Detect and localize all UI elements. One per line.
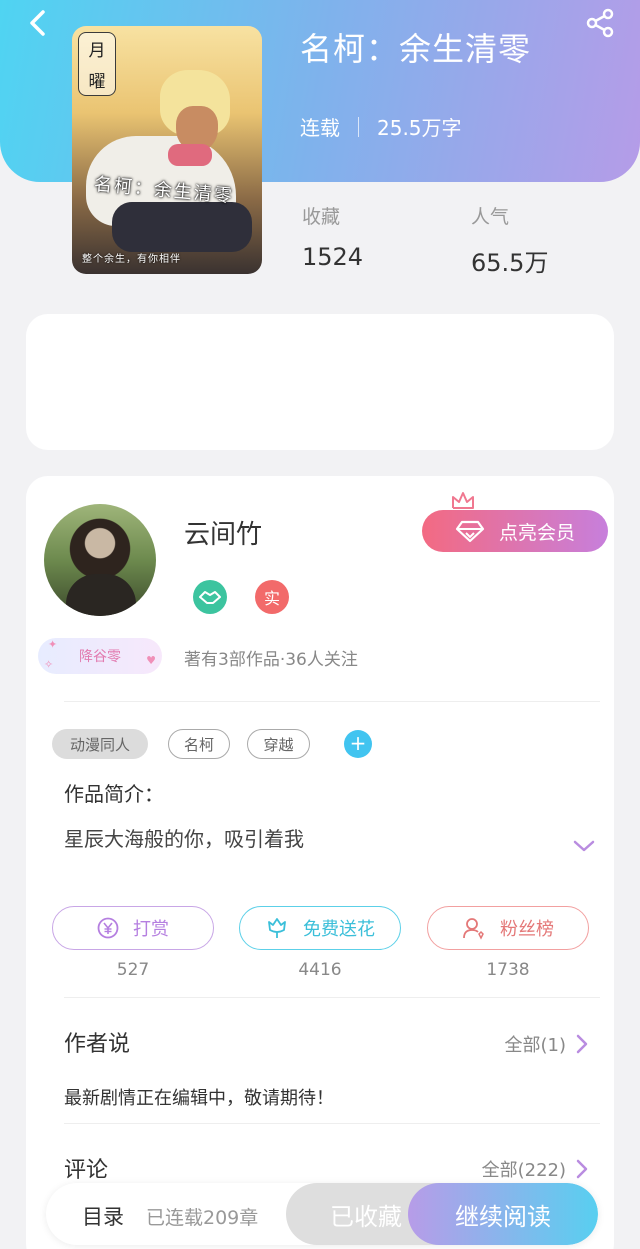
cover-subtitle: 整个余生，有你相伴 <box>82 254 181 265</box>
book-status: 连载 <box>300 116 340 140</box>
divider <box>64 701 600 702</box>
vip-button-label: 点亮会员 <box>498 521 575 544</box>
author-name[interactable]: 云间竹 <box>184 514 262 551</box>
stat-popularity-value: 65.5万 <box>471 249 549 277</box>
stat-favorites-value: 1524 <box>302 243 364 271</box>
fans-count: 1738 <box>486 960 530 980</box>
intro-text: 星辰大海般的你，吸引着我 <box>64 827 304 851</box>
comments-more[interactable]: 全部(222) <box>482 1156 588 1182</box>
intro-title: 作品简介： <box>64 782 164 806</box>
crown-icon <box>452 492 474 509</box>
stat-popularity: 人气 65.5万 <box>471 202 548 278</box>
comments-title: 评论 <box>64 1158 109 1183</box>
divider <box>64 1123 600 1124</box>
author-says-more-label: 全部(1) <box>504 1035 567 1056</box>
share-button[interactable] <box>584 8 616 38</box>
fans-ranking-button-label: 粉丝榜 <box>500 919 554 940</box>
bottom-action-bar: 目录 已连载209章 已收藏 继续阅读 <box>46 1183 598 1245</box>
sparkle-icon: ✧ <box>44 658 54 671</box>
catalog-button[interactable]: 目录 <box>82 1201 124 1231</box>
stat-favorites-label: 收藏 <box>302 206 341 228</box>
stat-popularity-label: 人气 <box>471 206 510 228</box>
chevron-right-icon <box>576 1034 588 1054</box>
vip-button[interactable]: 点亮会员 <box>422 510 608 552</box>
stat-favorites: 收藏 1524 <box>302 202 363 271</box>
book-title: 名柯：余生清零 <box>300 30 532 68</box>
author-stats: 著有3部作品·36人关注 <box>184 650 358 670</box>
author-avatar[interactable] <box>44 504 156 616</box>
tag-item[interactable]: 穿越 <box>247 729 310 759</box>
author-note-text: 最新剧情正在编辑中，敬请期待！ <box>64 1088 334 1109</box>
handshake-icon <box>193 580 227 614</box>
tag-item[interactable]: 名柯 <box>168 729 230 759</box>
comments-more-label: 全部(222) <box>481 1160 566 1181</box>
sparkle-icon: ✦ <box>48 638 58 651</box>
continue-reading-button[interactable]: 继续阅读 <box>408 1183 598 1245</box>
cover-figure-scarf <box>168 144 212 166</box>
cover-badge: 月 曜 <box>78 32 116 96</box>
reward-button[interactable]: 打赏 <box>52 906 214 950</box>
tag-item[interactable]: 动漫同人 <box>52 729 148 759</box>
cover-figure-legs <box>112 202 252 252</box>
fan-tag-label: 降谷零 <box>79 649 121 665</box>
reward-button-label: 打赏 <box>133 919 169 940</box>
avatar-shoulders <box>66 574 136 616</box>
fans-icon <box>462 916 486 940</box>
send-flower-button[interactable]: 免费送花 <box>239 906 401 950</box>
cover-badge-bottom: 曜 <box>88 72 106 92</box>
flower-icon <box>265 916 289 940</box>
chevron-right-icon <box>576 1159 588 1179</box>
diamond-icon <box>455 520 485 543</box>
divider <box>64 997 600 998</box>
book-word-count: 25.5万字 <box>377 116 462 140</box>
cover-badge-top: 月 <box>88 41 106 61</box>
blank-card <box>26 314 614 450</box>
add-tag-button[interactable]: + <box>344 730 372 758</box>
back-button[interactable] <box>22 6 52 40</box>
heart-icon: ♥ <box>146 654 156 667</box>
book-meta: 连载 25.5万字 <box>300 112 462 141</box>
real-name-badge: 实 <box>255 580 289 614</box>
book-cover[interactable]: 月 曜 名柯：余生清零 整个余生，有你相伴 <box>72 26 262 274</box>
chevron-down-icon[interactable] <box>572 838 596 854</box>
flower-count: 4416 <box>298 960 342 980</box>
chapter-count: 已连载209章 <box>146 1207 259 1229</box>
author-says-title: 作者说 <box>64 1032 131 1057</box>
reward-count: 527 <box>116 960 150 980</box>
fan-tag[interactable]: ✦ ✧ ♥ 降谷零 <box>38 638 162 674</box>
meta-divider <box>358 116 359 137</box>
yen-icon <box>97 917 119 939</box>
chevron-left-icon <box>30 10 45 36</box>
share-icon <box>586 8 614 38</box>
fans-ranking-button[interactable]: 粉丝榜 <box>427 906 589 950</box>
author-says-more[interactable]: 全部(1) <box>505 1031 589 1057</box>
send-flower-button-label: 免费送花 <box>303 919 375 940</box>
